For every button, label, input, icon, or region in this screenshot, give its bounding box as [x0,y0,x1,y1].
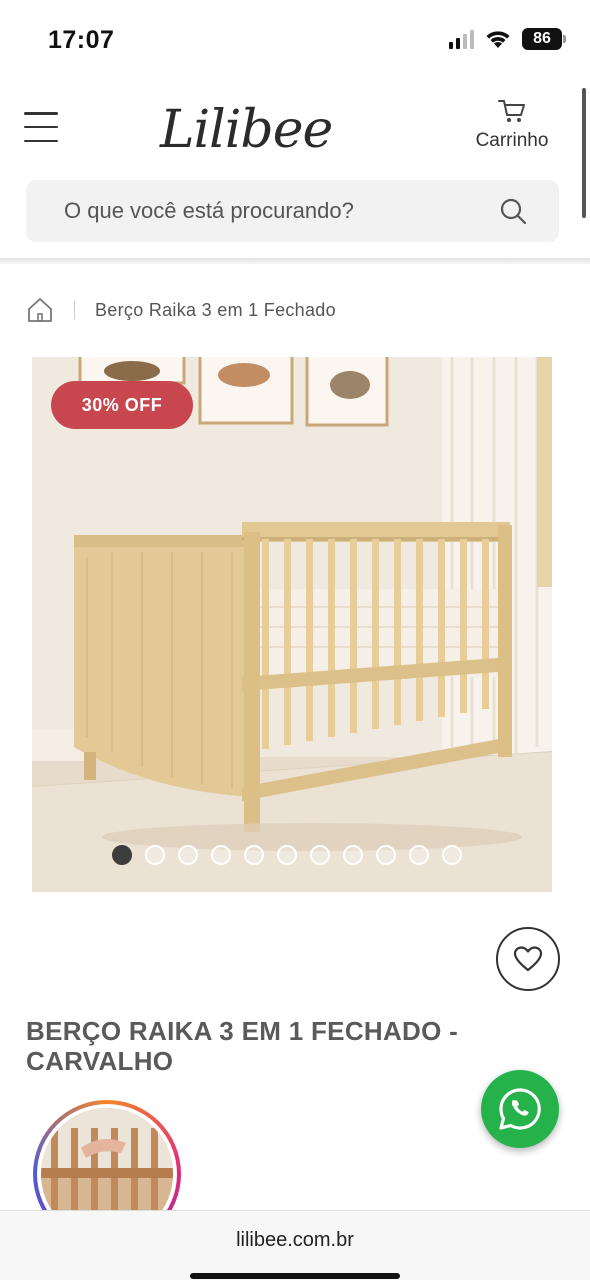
pagination-dot[interactable] [376,845,396,865]
url-text[interactable]: lilibee.com.br [0,1229,590,1252]
home-indicator[interactable] [190,1273,400,1279]
home-icon[interactable] [26,296,54,324]
status-icons: 86 [449,28,566,50]
favorite-button[interactable] [496,927,560,991]
wifi-icon [486,31,510,48]
image-pagination [112,845,462,865]
battery-level: 86 [533,30,551,47]
pagination-dot[interactable] [178,845,198,865]
search-icon[interactable] [500,198,527,225]
site-header: Lilibee Carrinho [0,80,590,180]
cart-label: Carrinho [475,130,549,151]
search-input[interactable] [64,180,484,242]
product-image [32,357,552,892]
status-bar: 17:07 86 [0,0,590,80]
site-logo[interactable]: Lilibee [160,90,333,170]
pagination-dot[interactable] [112,845,132,865]
pagination-dot[interactable] [310,845,330,865]
scroll-indicator [582,88,586,218]
cellular-signal-icon [449,29,474,49]
shopping-cart-icon [498,100,525,122]
pagination-dot[interactable] [244,845,264,865]
heart-icon [513,946,543,972]
breadcrumb-separator [74,301,75,319]
search-bar [26,180,559,242]
pagination-dot[interactable] [277,845,297,865]
pagination-dot[interactable] [145,845,165,865]
breadcrumb-current: Berço Raika 3 em 1 Fechado [95,299,336,320]
whatsapp-button[interactable] [481,1070,559,1148]
breadcrumb: Berço Raika 3 em 1 Fechado [26,294,336,326]
pagination-dot[interactable] [442,845,462,865]
whatsapp-icon [499,1088,541,1130]
product-image-gallery[interactable]: 30% OFF [32,357,552,892]
pagination-dot[interactable] [211,845,231,865]
cart-button[interactable]: Carrinho [470,98,554,152]
status-time: 17:07 [48,26,115,54]
hamburger-menu-icon[interactable] [24,112,58,142]
battery-icon: 86 [522,28,566,50]
discount-badge: 30% OFF [51,381,193,429]
header-divider [0,258,590,264]
browser-url-bar: lilibee.com.br [0,1210,590,1280]
pagination-dot[interactable] [409,845,429,865]
product-title: BERÇO RAIKA 3 EM 1 FECHADO - CARVALHO [26,1016,459,1076]
pagination-dot[interactable] [343,845,363,865]
